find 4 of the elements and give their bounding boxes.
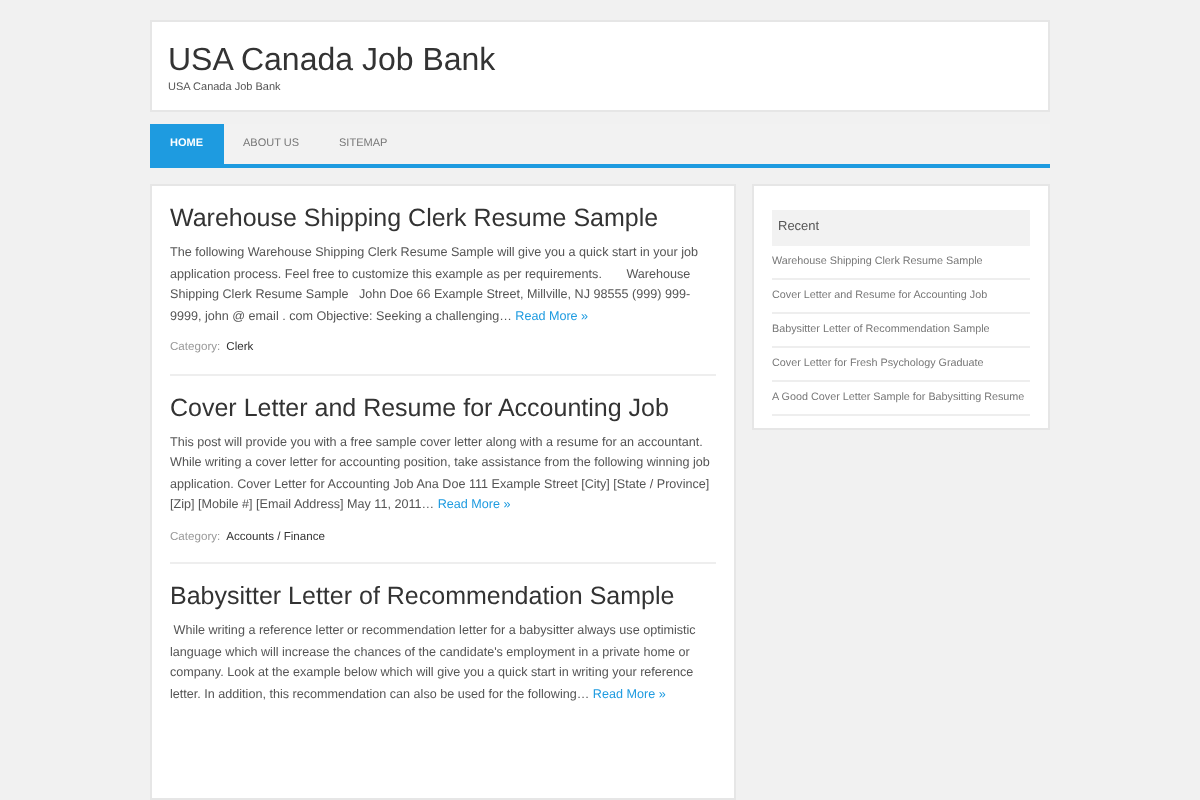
site-title[interactable]: USA Canada Job Bank xyxy=(168,42,1032,80)
post-title[interactable]: Babysitter Letter of Recommendation Sample xyxy=(170,580,716,613)
post-title[interactable]: Cover Letter and Resume for Accounting Job xyxy=(170,391,716,424)
post-title[interactable]: Warehouse Shipping Clerk Resume Sample xyxy=(170,202,716,234)
